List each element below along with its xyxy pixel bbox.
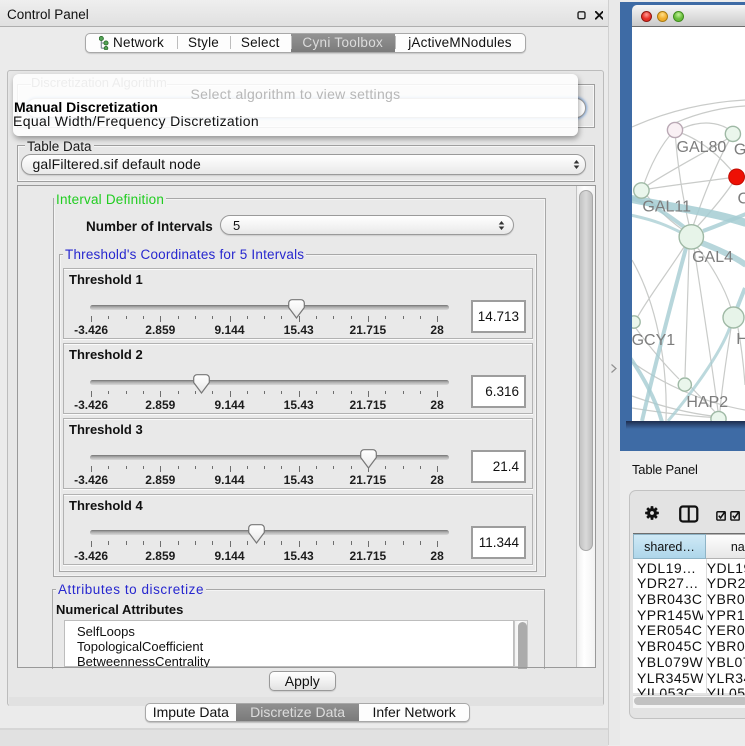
svg-text:CDC: CDC <box>738 191 745 208</box>
svg-text:GAL80: GAL80 <box>677 139 727 156</box>
svg-text:GCY1: GCY1 <box>632 332 675 349</box>
svg-text:GAL11: GAL11 <box>642 198 691 215</box>
svg-text:HAP2: HAP2 <box>686 394 728 411</box>
svg-text:GAL4: GAL4 <box>692 249 733 266</box>
svg-text:GAL4: GAL4 <box>734 142 745 159</box>
svg-text:HIS: HIS <box>736 331 745 348</box>
